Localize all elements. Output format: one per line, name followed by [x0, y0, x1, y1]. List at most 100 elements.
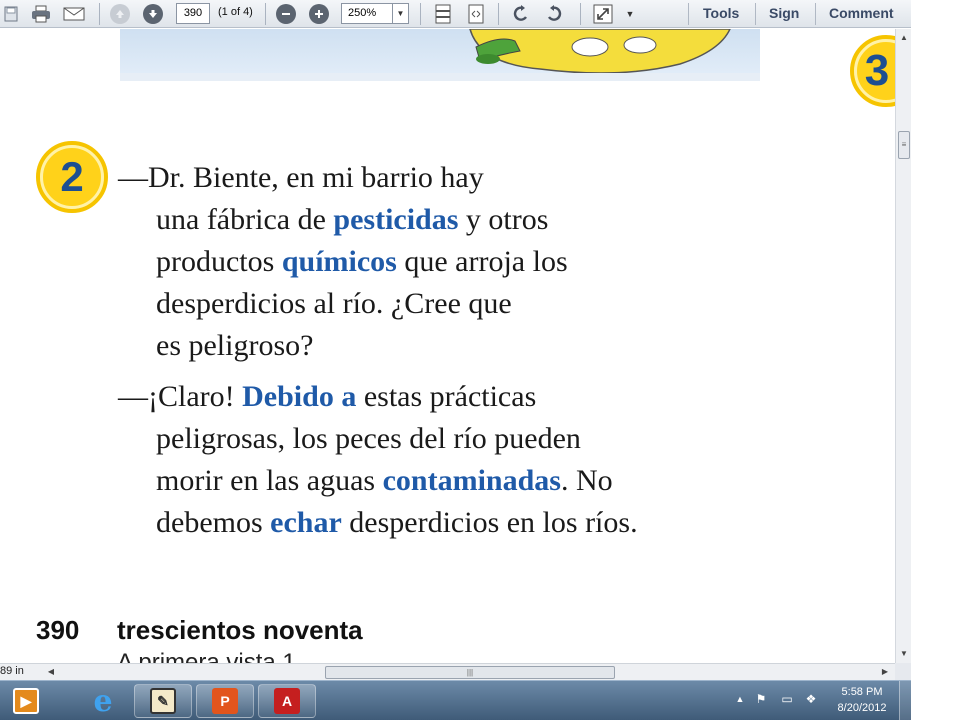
comment-button[interactable]: Comment: [829, 5, 894, 21]
scroll-up-icon[interactable]: ▲: [896, 31, 912, 45]
powerpoint-button[interactable]: P: [196, 684, 254, 718]
dialog-answer: —¡Claro! Debido a estas prácticas peligro…: [118, 376, 638, 544]
section-badge-next-label: 3: [864, 46, 890, 95]
page-number: 390: [36, 615, 80, 645]
vertical-scrollbar[interactable]: ▲ ≡ ▼: [895, 29, 911, 663]
rotate-clockwise-icon[interactable]: [543, 3, 565, 25]
taskbar-clock[interactable]: 5:58 PM 8/20/2012: [826, 684, 898, 716]
zoom-out-button[interactable]: [276, 3, 296, 25]
toolbar-divider: [580, 3, 581, 25]
plus-icon: [309, 4, 329, 24]
email-icon[interactable]: [63, 3, 85, 25]
section-badge-label: 2: [60, 153, 84, 200]
dialog-line: productos químicos que arroja los: [118, 241, 568, 283]
clock-time: 5:58 PM: [841, 686, 883, 698]
dialog-line: morir en las aguas contaminadas. No: [118, 460, 638, 502]
dialog-text: productos: [156, 245, 282, 278]
document-page: 3 2 —Dr. Biente, en mi barrio hay una fáb…: [0, 29, 895, 663]
chevron-down-icon[interactable]: ▼: [392, 4, 408, 23]
next-page-button[interactable]: [143, 3, 163, 25]
save-icon[interactable]: [0, 3, 22, 25]
windows-taskbar: ▶ e ✎ P A ▲ ⚑ ▭ ❖ 5:58 PM 8/20/2012: [0, 680, 911, 720]
show-desktop-button[interactable]: [899, 681, 911, 720]
toolbar-divider: [688, 3, 689, 25]
chapter-name: A primera vista 1: [117, 649, 296, 663]
dialog-text: desperdicios en los ríos.: [341, 506, 638, 539]
vocabulary-word: contaminadas: [382, 464, 561, 497]
window-margin: [911, 0, 960, 720]
internet-explorer-button[interactable]: e: [78, 683, 128, 719]
acrobat-button[interactable]: A: [258, 684, 316, 718]
page-count-label: (1 of 4): [218, 6, 253, 18]
acrobat-toolbar: 390 (1 of 4) 250% ▼ ▼ Tools Sign Comment: [0, 0, 911, 28]
toolbar-divider: [99, 3, 100, 25]
page-number-input[interactable]: 390: [176, 3, 210, 24]
action-center-flag-icon[interactable]: ⚑: [752, 689, 770, 709]
toolbar-divider: [498, 3, 499, 25]
print-icon[interactable]: [30, 3, 52, 25]
fit-page-button[interactable]: [432, 3, 454, 25]
arrow-down-icon: [143, 4, 163, 24]
toolbar-divider: [815, 3, 816, 25]
horizontal-scroll-thumb[interactable]: |||: [325, 666, 615, 679]
media-player-icon: ▶: [13, 688, 39, 714]
dialog-line: peligrosas, los peces del río pueden: [118, 418, 638, 460]
dialog-line: es peligroso?: [118, 325, 568, 367]
section-badge: 2: [36, 141, 108, 213]
rotate-counterclockwise-icon[interactable]: [510, 3, 532, 25]
dialog-text: y otros: [458, 203, 549, 236]
dialog-text: morir en las aguas: [156, 464, 383, 497]
fullscreen-icon[interactable]: [592, 3, 614, 25]
scroll-left-icon[interactable]: ◀: [44, 665, 58, 679]
powerpoint-icon: P: [212, 688, 238, 714]
vocabulary-word: pesticidas: [333, 203, 459, 236]
dropbox-icon[interactable]: ❖: [802, 689, 820, 709]
vocabulary-word: Debido a: [242, 380, 357, 413]
dialog-line: una fábrica de pesticidas y otros: [118, 199, 568, 241]
dialog-line: —Dr. Biente, en mi barrio hay: [118, 157, 568, 199]
scroll-right-icon[interactable]: ▶: [878, 665, 892, 679]
toolbar-options-chevron-icon[interactable]: ▼: [622, 3, 638, 25]
page-number-words: trescientos noventa: [117, 615, 363, 645]
toolbar-divider: [755, 3, 756, 25]
acrobat-icon: A: [274, 688, 300, 714]
fit-width-button[interactable]: [465, 3, 487, 25]
dialog-line: debemos echar desperdicios en los ríos.: [118, 502, 638, 544]
dialog-line: desperdicios al río. ¿Cree que: [118, 283, 568, 325]
media-player-button[interactable]: ▶: [0, 684, 52, 718]
vertical-scroll-thumb[interactable]: ≡: [898, 131, 910, 159]
internet-explorer-icon: e: [93, 683, 113, 719]
arrow-up-icon: [110, 4, 130, 24]
horizontal-scrollbar[interactable]: 89 in ◀ ||| ▶: [0, 663, 895, 680]
zoom-in-button[interactable]: [309, 3, 329, 25]
dialog-text: debemos: [156, 506, 271, 539]
cartoon-illustration: [120, 29, 760, 81]
section-badge-next: 3: [850, 35, 895, 107]
scrollbar-corner: [895, 663, 911, 680]
scroll-down-icon[interactable]: ▼: [896, 647, 912, 661]
zoom-value: 250%: [348, 7, 377, 19]
show-hidden-icons-icon[interactable]: ▲: [731, 689, 749, 709]
dialog-text: es peligroso?: [156, 329, 314, 362]
vocabulary-word: químicos: [281, 245, 397, 278]
page-size-label: 89 in: [0, 665, 24, 677]
dialog-text: desperdicios al río. ¿Cree que: [156, 287, 512, 320]
notepad-icon: ✎: [150, 688, 176, 714]
dialog-question: —Dr. Biente, en mi barrio hay una fábrica…: [118, 157, 568, 367]
dialog-text: —Dr. Biente, en mi barrio hay: [118, 161, 484, 194]
minus-icon: [276, 4, 296, 24]
tools-button[interactable]: Tools: [703, 5, 739, 21]
dialog-text: —¡Claro!: [118, 380, 243, 413]
notes-app-button[interactable]: ✎: [134, 684, 192, 718]
dialog-text: estas prácticas: [356, 380, 537, 413]
sign-button[interactable]: Sign: [769, 5, 799, 21]
dialog-text: una fábrica de: [156, 203, 334, 236]
zoom-select[interactable]: 250% ▼: [341, 3, 409, 24]
previous-page-button[interactable]: [110, 3, 130, 25]
toolbar-divider: [265, 3, 266, 25]
vocabulary-word: echar: [270, 506, 342, 539]
network-icon[interactable]: ▭: [778, 689, 796, 709]
dialog-text: peligrosas, los peces del río pueden: [156, 422, 581, 455]
toolbar-divider: [420, 3, 421, 25]
dialog-text: que arroja los: [396, 245, 568, 278]
